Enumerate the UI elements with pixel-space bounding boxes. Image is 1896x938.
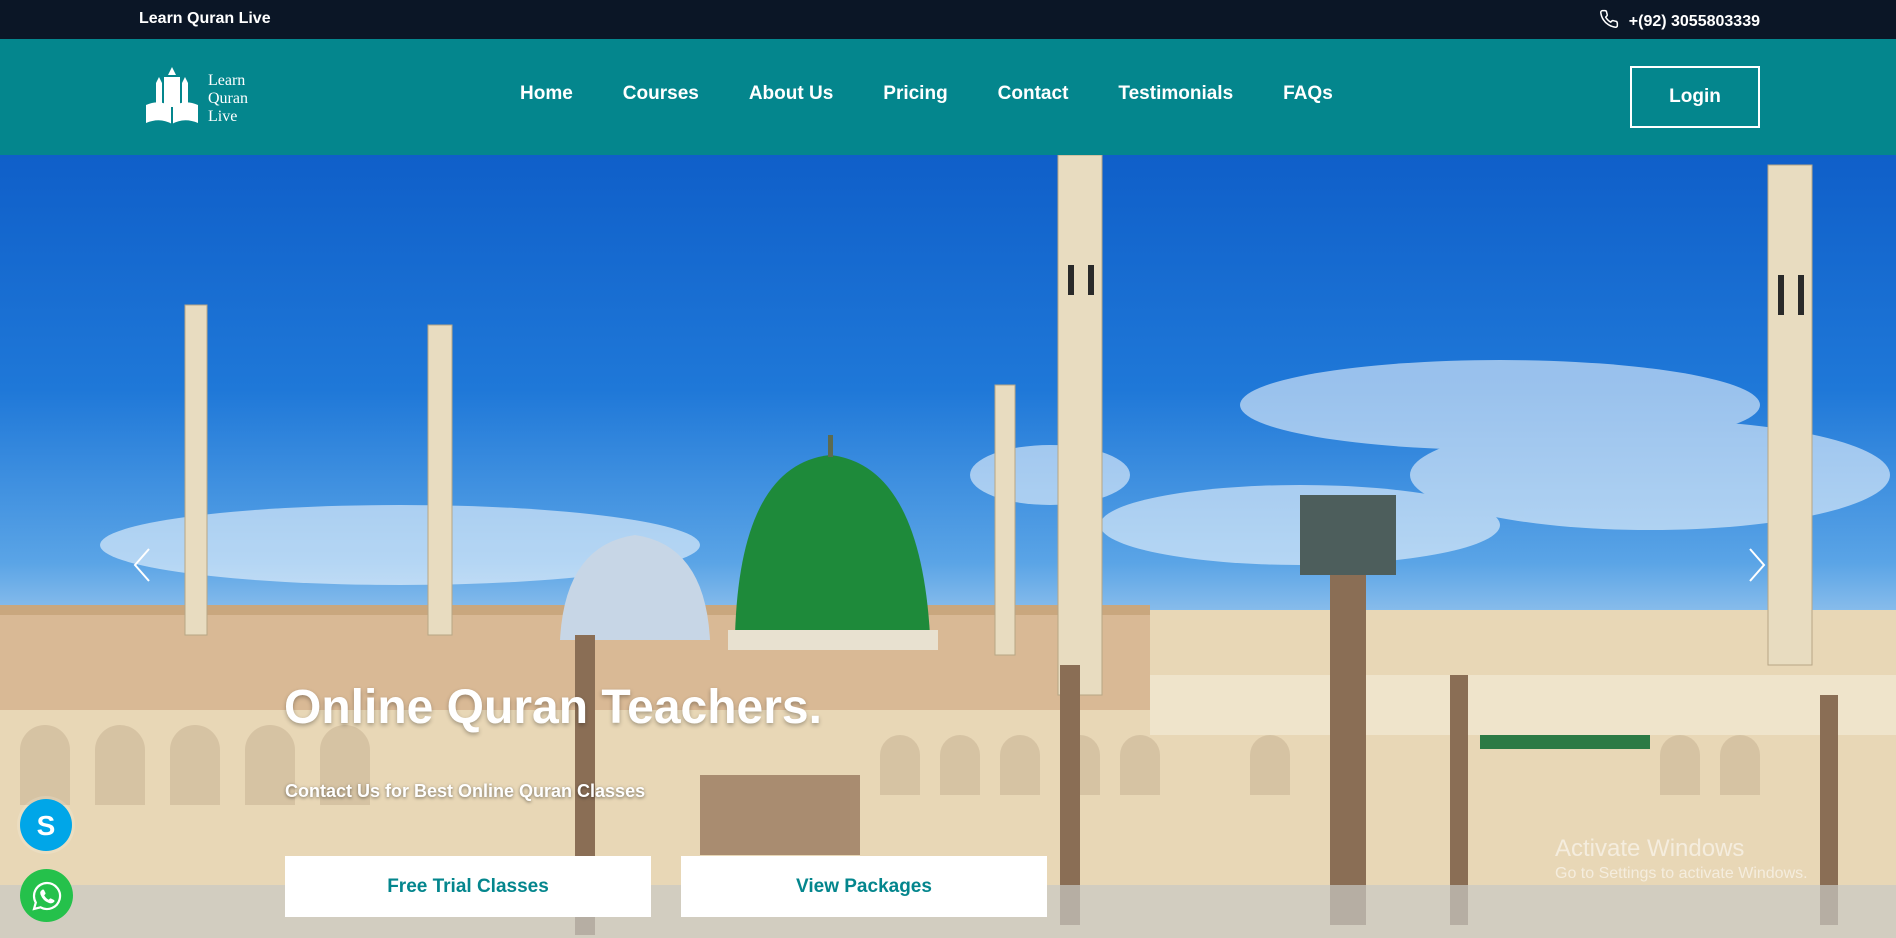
slider-next-arrow[interactable] [1742, 545, 1772, 585]
login-button[interactable]: Login [1630, 66, 1760, 128]
top-bar-brand: Learn Quran Live [139, 10, 271, 27]
top-bar: Learn Quran Live +(92) 3055803339 [0, 0, 1896, 39]
hero-background-image [0, 155, 1896, 938]
chevron-right-icon [1749, 548, 1766, 582]
nav-link-about-us[interactable]: About Us [749, 83, 833, 105]
phone-icon [1599, 9, 1619, 34]
view-packages-button[interactable]: View Packages [681, 856, 1047, 917]
logo-text: Learn Quran Live [208, 71, 248, 125]
nav-link-contact[interactable]: Contact [998, 83, 1069, 105]
whatsapp-button[interactable] [20, 869, 73, 922]
phone-number: +(92) 3055803339 [1628, 12, 1760, 30]
free-trial-button[interactable]: Free Trial Classes [285, 856, 651, 917]
logo-icon [142, 67, 202, 130]
svg-text:S: S [37, 810, 56, 841]
hero-slider: Online Quran Teachers. Contact Us for Be… [0, 155, 1896, 938]
chevron-left-icon [133, 548, 150, 582]
skype-button[interactable]: S [20, 799, 72, 851]
site-logo[interactable]: Learn Quran Live [142, 67, 268, 130]
whatsapp-icon [31, 881, 61, 911]
top-bar-phone[interactable]: +(92) 3055803339 [1599, 9, 1760, 34]
nav-link-testimonials[interactable]: Testimonials [1118, 83, 1233, 105]
nav-link-home[interactable]: Home [520, 83, 573, 105]
windows-activation-watermark: Activate Windows Go to Settings to activ… [1555, 835, 1808, 882]
skype-icon: S [37, 810, 56, 841]
main-navbar: Learn Quran Live Home Courses About Us P… [0, 39, 1896, 155]
slider-prev-arrow[interactable] [127, 545, 157, 585]
nav-link-courses[interactable]: Courses [623, 83, 699, 105]
nav-link-faqs[interactable]: FAQs [1283, 83, 1333, 105]
hero-subtitle: Contact Us for Best Online Quran Classes [285, 781, 646, 801]
nav-link-pricing[interactable]: Pricing [883, 83, 947, 105]
nav-links: Home Courses About Us Pricing Contact Te… [520, 83, 1383, 105]
hero-title: Online Quran Teachers. [284, 681, 822, 734]
